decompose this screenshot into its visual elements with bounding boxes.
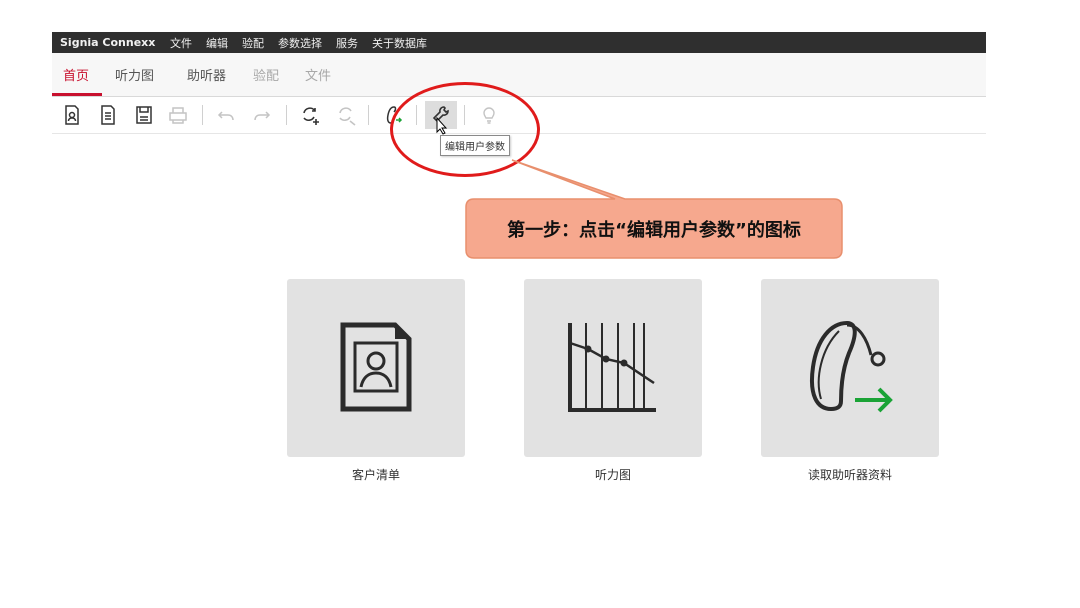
title-bar: Signia Connexx 文件 编辑 验配 参数选择 服务 关于数据库 [52, 32, 986, 53]
active-tab-indicator [52, 93, 102, 96]
annotation-callout-text: 第一步：点击“编辑用户参数”的图标 [507, 220, 801, 241]
tab-hearing-aid[interactable]: 助听器 [187, 65, 226, 84]
toolbar-separator [368, 105, 369, 125]
print-icon [166, 103, 190, 127]
hearing-aid-read-icon [810, 320, 893, 413]
client-document-icon [340, 322, 412, 412]
toolbar-separator [202, 105, 203, 125]
tab-fitting: 验配 [253, 69, 280, 84]
read-hearing-aid-tile[interactable] [761, 279, 939, 457]
redo-icon [250, 103, 274, 127]
save-icon[interactable] [132, 103, 156, 127]
tab-home[interactable]: 首页 [63, 65, 89, 84]
audiogram-icon [568, 323, 656, 412]
toolbar-separator [286, 105, 287, 125]
tab-audiogram[interactable]: 听力图 [115, 65, 154, 84]
tab-files: 文件 [305, 69, 332, 84]
connect-refresh-icon[interactable] [298, 103, 322, 127]
disconnect-icon [334, 103, 358, 127]
menu-file[interactable]: 文件 [170, 35, 192, 51]
tab-bar: 首页 听力图 助听器 验配 文件 [52, 53, 986, 97]
menu-edit[interactable]: 编辑 [206, 35, 228, 51]
menu-service[interactable]: 服务 [336, 35, 358, 51]
menu-about-database[interactable]: 关于数据库 [372, 35, 427, 51]
annotation-highlight-ellipse [390, 82, 540, 177]
menu-preferences[interactable]: 参数选择 [278, 35, 322, 51]
read-hearing-aid-label: 读取助听器资料 [807, 468, 892, 482]
client-list-tile[interactable] [287, 279, 465, 457]
undo-icon [214, 103, 238, 127]
audiogram-tile[interactable] [524, 279, 702, 457]
document-icon[interactable] [96, 103, 120, 127]
app-name: Signia Connexx [60, 36, 156, 49]
menu-fitting[interactable]: 验配 [242, 35, 264, 51]
audiogram-label: 听力图 [594, 468, 631, 482]
client-card-icon[interactable] [60, 103, 84, 127]
menu-bar: 文件 编辑 验配 参数选择 服务 关于数据库 [170, 35, 441, 51]
client-list-label: 客户清单 [351, 468, 400, 482]
